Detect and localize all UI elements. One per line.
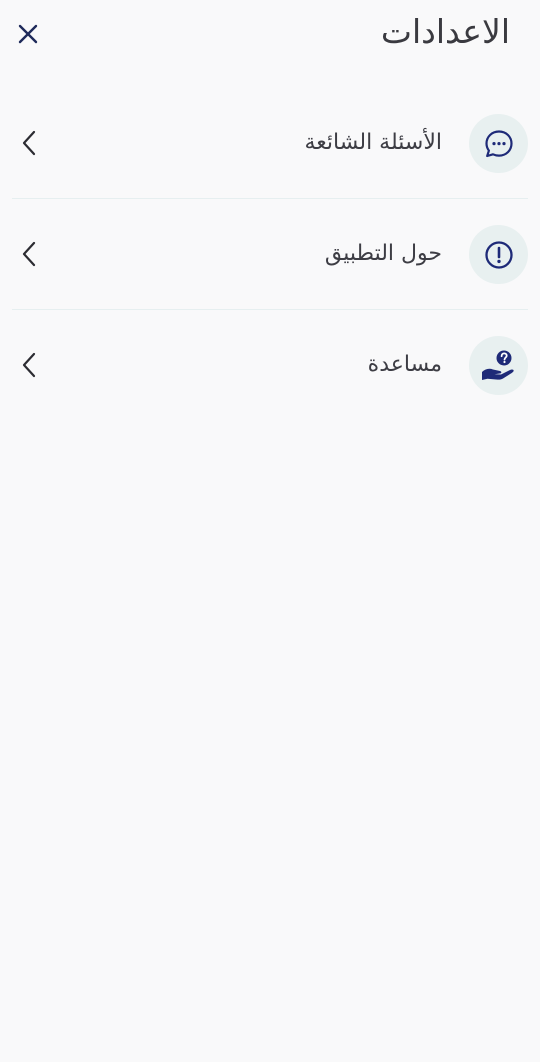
icon-circle: [469, 114, 528, 173]
chat-bubble-icon: [484, 129, 513, 157]
chevron-left-icon: [14, 350, 44, 380]
settings-item-label: حول التطبيق: [324, 241, 442, 266]
settings-list: الأسئلة الشائعة حول التطبيق مساعدة: [0, 88, 540, 421]
chevron-left-icon: [14, 128, 44, 158]
close-icon[interactable]: [17, 23, 39, 45]
icon-circle: [469, 336, 528, 395]
close-button[interactable]: [12, 18, 44, 50]
settings-item-label: مساعدة: [367, 352, 442, 377]
settings-item-help[interactable]: مساعدة: [0, 310, 540, 421]
icon-circle: [469, 225, 528, 284]
help-hand-icon: [481, 350, 514, 380]
info-circle-icon: [484, 240, 513, 269]
settings-item-faq[interactable]: الأسئلة الشائعة: [0, 88, 540, 199]
settings-item-label: الأسئلة الشائعة: [304, 130, 442, 155]
header-bar: الاعدادات: [0, 0, 540, 70]
chevron-left-icon: [14, 239, 44, 269]
page-title: الاعدادات: [380, 12, 510, 51]
settings-item-about[interactable]: حول التطبيق: [0, 199, 540, 310]
